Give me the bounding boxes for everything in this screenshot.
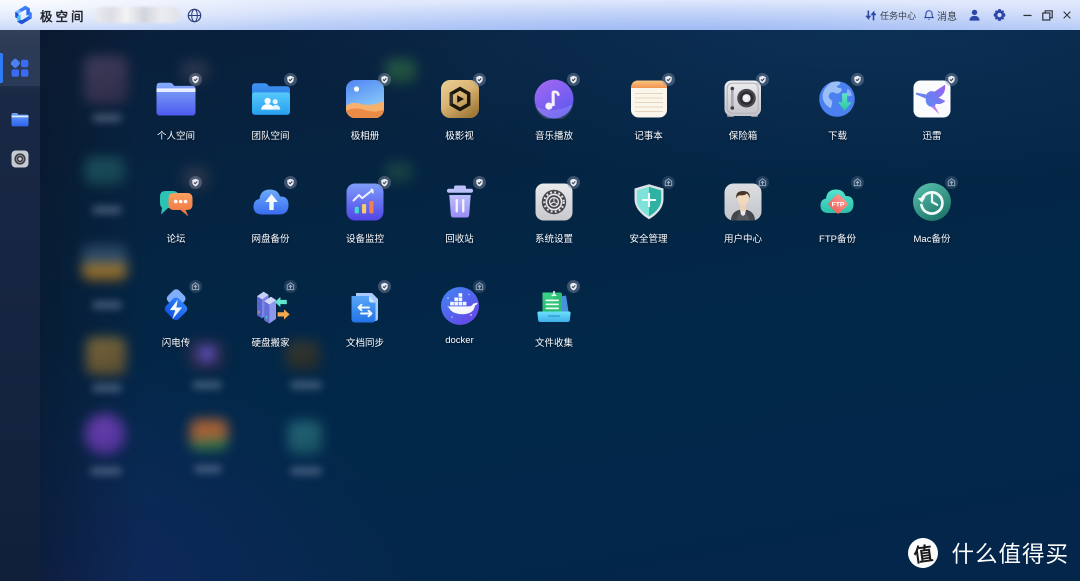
svg-text:FTP: FTP [831,202,844,209]
